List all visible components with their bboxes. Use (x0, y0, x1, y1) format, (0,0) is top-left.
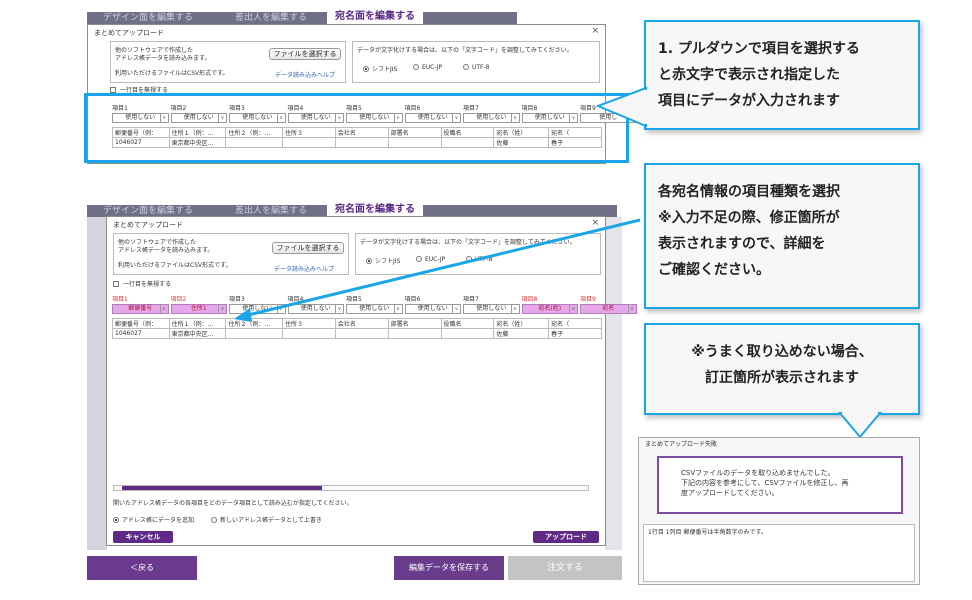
encoding-sjis[interactable]: シフトJIS (363, 64, 397, 73)
callout-dropdown: 1. プルダウンで項目を選択する と赤文字で表示され指定した 項目にデータが入力… (644, 20, 920, 130)
table-cell (440, 328, 495, 339)
tab-address[interactable]: 宛名面を編集する (327, 10, 423, 24)
column-header: 項目1 (112, 296, 128, 303)
help-link[interactable]: データ読み込みヘルプ (275, 70, 335, 79)
column-type-select[interactable]: 住所1 ∨ (170, 304, 227, 314)
error-detail-box: 1行目 1列目 郵便番号は半角数字のみです。 (643, 524, 915, 582)
file-box: 他のソフトウェアで作成した アドレス帳データを読み込みます。 利用いただけるファ… (110, 41, 346, 83)
scrollbar-thumb[interactable] (122, 486, 322, 490)
table-cell (281, 328, 336, 339)
file-select-button[interactable]: ファイルを選択する (269, 48, 341, 60)
upload-button[interactable]: アップロード (533, 531, 599, 543)
assign-note: 開いたアドレス帳データの各項目をどのデータ項目として読み込むか指定してください。 (113, 500, 353, 507)
table-cell: 春子 (548, 328, 602, 339)
encoding-utf8[interactable]: UTF-8 (463, 64, 490, 71)
select-value: 住所1 (190, 305, 207, 312)
mode-append[interactable]: アドレス帳にデータを追加 (113, 515, 194, 524)
table-cell: 住所１（例：… (168, 318, 227, 329)
table-cell: 郵便番号（例： (112, 318, 170, 329)
column-header: 項目2 (170, 296, 187, 303)
save-data-button[interactable]: 編集データを保存する (394, 556, 504, 580)
csv-note: 利用いただけるファイルはCSV形式です。 (115, 70, 229, 77)
table-row: 1046027 東京都中央区… 佐藤 春子 (112, 328, 602, 339)
table-cell: 東京都中央区… (168, 328, 227, 339)
select-value: 郵便番号 (128, 305, 153, 312)
close-icon[interactable]: × (591, 26, 599, 36)
error-dialog-title: まとめてアップロード失敗 (645, 441, 718, 448)
dialog-title: まとめてアップロード (94, 29, 164, 37)
main-left-strip (87, 217, 107, 550)
top-app-header: デザイン面を編集する 差出人を編集する 宛名面を編集する (87, 10, 517, 24)
back-button[interactable]: ＜戻る (87, 556, 197, 580)
chevron-down-icon: ∨ (218, 305, 226, 313)
encoding-euc[interactable]: EUC-JP (413, 64, 442, 71)
table-cell (334, 328, 389, 339)
scrollbar-track[interactable] (113, 485, 589, 491)
encoding-box: データが文字化けする場合は、以下の「文字コード」を調整してみてください。 シフト… (352, 41, 600, 83)
mode-overwrite[interactable]: 新しいアドレス帳データとして上書き (211, 515, 322, 524)
error-message: CSVファイルのデータを取り込めませんでした。 下記の内容を参考にして、CSVフ… (681, 469, 849, 497)
error-message-box: CSVファイルのデータを取り込めませんでした。 下記の内容を参考にして、CSVフ… (657, 456, 903, 514)
table-cell (225, 328, 283, 339)
callout-dropdown-tail (596, 86, 648, 128)
callout-item-type: 各宛名情報の項目種類を選択 ※入力不足の際、修正箇所が 表示されますので、詳細を… (644, 163, 920, 309)
csv-note: 利用いただけるファイルはCSV形式です。 (118, 262, 232, 269)
tab-design[interactable]: デザイン面を編集する (95, 12, 201, 24)
intro-text: 他のソフトウェアで作成した アドレス帳データを読み込みます。 (118, 239, 214, 254)
table-cell: 佐藤 (493, 328, 550, 339)
chevron-down-icon: ∨ (159, 305, 168, 313)
intro-text: 他のソフトウェアで作成した アドレス帳データを読み込みます。 (115, 47, 211, 62)
table-cell: 1046027 (112, 328, 170, 339)
pointer-arrow (234, 218, 641, 322)
callout-error: ※うまく取り込めない場合、 訂正箇所が表示されます (644, 323, 920, 415)
error-dialog: まとめてアップロード失敗 CSVファイルのデータを取り込めませんでした。 下記の… (638, 437, 920, 585)
cancel-button[interactable]: キャンセル (113, 531, 173, 543)
column-type-select[interactable]: 郵便番号 ∨ (112, 304, 169, 314)
table-cell (387, 328, 442, 339)
tab-sender[interactable]: 差出人を編集する (227, 12, 315, 24)
callout-error-tail (838, 411, 882, 439)
skip-first-row[interactable]: 一行目を無視する (113, 281, 171, 289)
dialog-title: まとめてアップロード (113, 221, 183, 229)
top-highlight-frame (84, 93, 629, 163)
order-button[interactable]: 注文する (508, 556, 622, 580)
encoding-note: データが文字化けする場合は、以下の「文字コード」を調整してみてください。 (357, 47, 573, 54)
error-detail: 1行目 1列目 郵便番号は半角数字のみです。 (648, 529, 767, 536)
